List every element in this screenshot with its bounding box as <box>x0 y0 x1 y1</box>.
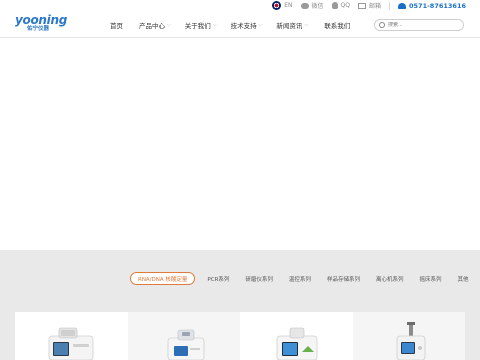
product-section: RNA/DNA 核酸定量 PCR系列 研磨仪系列 温控系列 样品存储系列 离心机… <box>0 250 480 360</box>
main-nav: 首页 产品中心 ⌵ 关于我们 ⌵ 技术支持 ⌵ 新闻资讯 ⌵ 联系我们 <box>110 20 350 30</box>
tab-shaker[interactable]: 摇床系列 <box>419 272 441 285</box>
tab-label: 离心机系列 <box>375 276 404 283</box>
logo-subtitle: 佑宁仪器 <box>27 26 50 32</box>
search-input[interactable] <box>388 22 458 28</box>
tab-label: 研磨仪系列 <box>245 276 273 283</box>
language-switch[interactable]: EN <box>272 1 293 10</box>
page: EN 微信 QQ 邮箱 0571-87613616 yooning 佑宁仪器 首… <box>0 0 480 360</box>
chevron-down-icon: ⌵ <box>167 22 171 28</box>
tab-label: 摇床系列 <box>419 276 442 283</box>
tab-rna-dna[interactable]: RNA/DNA 核酸定量 <box>130 272 196 285</box>
tab-label: RNA/DNA 核酸定量 <box>138 276 188 283</box>
touchscreen-analyzer-device <box>276 327 318 360</box>
nav-item-about[interactable]: 关于我们 ⌵ <box>185 20 217 30</box>
nav-label: 产品中心 <box>139 22 165 30</box>
tab-temperature[interactable]: 温控系列 <box>289 272 311 285</box>
mini-spectrophotometer-device <box>167 329 204 360</box>
tab-label: 其他 <box>457 276 469 283</box>
homogenizer-device <box>396 322 425 360</box>
phone-icon <box>398 2 407 9</box>
mail-link[interactable]: 邮箱 <box>358 1 381 10</box>
nav-label: 关于我们 <box>184 22 211 30</box>
mail-label: 邮箱 <box>369 3 382 10</box>
wechat-label: 微信 <box>311 3 324 10</box>
tab-other[interactable]: 其他 <box>457 272 468 285</box>
nav-item-support[interactable]: 技术支持 ⌵ <box>231 20 263 30</box>
divider <box>389 1 391 10</box>
product-cards <box>15 312 465 360</box>
language-label: EN <box>284 2 293 9</box>
nav-label: 新闻资讯 <box>276 22 303 30</box>
chevron-down-icon: ⌵ <box>304 22 309 28</box>
tab-storage[interactable]: 样品存储系列 <box>327 272 360 285</box>
product-card[interactable] <box>352 312 465 360</box>
product-card[interactable] <box>127 312 240 360</box>
search-box[interactable] <box>374 19 464 31</box>
nav-label: 联系我们 <box>324 22 351 30</box>
phone-number[interactable]: 0571-87613616 <box>398 2 466 10</box>
wechat-icon <box>300 2 309 9</box>
product-card[interactable] <box>15 312 128 360</box>
utility-links: EN 微信 QQ 邮箱 0571-87613616 <box>272 1 466 10</box>
nav-item-home[interactable]: 首页 <box>110 20 123 30</box>
nav-label: 首页 <box>110 22 123 30</box>
tab-centrifuge[interactable]: 离心机系列 <box>376 272 404 285</box>
tab-label: 样品存储系列 <box>326 276 360 283</box>
mail-icon <box>358 2 366 9</box>
main-header: yooning 佑宁仪器 首页 产品中心 ⌵ 关于我们 ⌵ 技术支持 ⌵ 新闻资… <box>0 14 480 38</box>
product-card[interactable] <box>240 312 353 360</box>
logo[interactable]: yooning 佑宁仪器 <box>15 13 67 36</box>
phone-label: 0571-87613616 <box>409 1 466 10</box>
wechat-link[interactable]: 微信 <box>300 1 324 10</box>
nav-item-news[interactable]: 新闻资讯 ⌵ <box>276 20 308 30</box>
tab-label: PCR系列 <box>207 276 230 283</box>
logo-wordmark: yooning <box>15 13 67 27</box>
qq-link[interactable]: QQ <box>331 2 350 9</box>
qq-icon <box>331 2 338 9</box>
spectrophotometer-device <box>48 327 94 360</box>
qq-label: QQ <box>340 2 350 9</box>
chevron-down-icon: ⌵ <box>212 22 217 28</box>
top-utility-bar: EN 微信 QQ 邮箱 0571-87613616 <box>0 0 480 14</box>
nav-item-contact[interactable]: 联系我们 <box>324 20 350 30</box>
hero-banner <box>0 39 480 250</box>
tab-label: 温控系列 <box>288 276 311 283</box>
search-icon <box>379 22 385 28</box>
tab-pcr[interactable]: PCR系列 <box>207 272 229 285</box>
nav-item-products[interactable]: 产品中心 ⌵ <box>139 20 171 30</box>
tab-grinder[interactable]: 研磨仪系列 <box>245 272 273 285</box>
nav-label: 技术支持 <box>230 22 257 30</box>
product-category-tabs: RNA/DNA 核酸定量 PCR系列 研磨仪系列 温控系列 样品存储系列 离心机… <box>130 272 469 285</box>
uk-flag-icon <box>272 1 282 10</box>
chevron-down-icon: ⌵ <box>258 22 263 28</box>
